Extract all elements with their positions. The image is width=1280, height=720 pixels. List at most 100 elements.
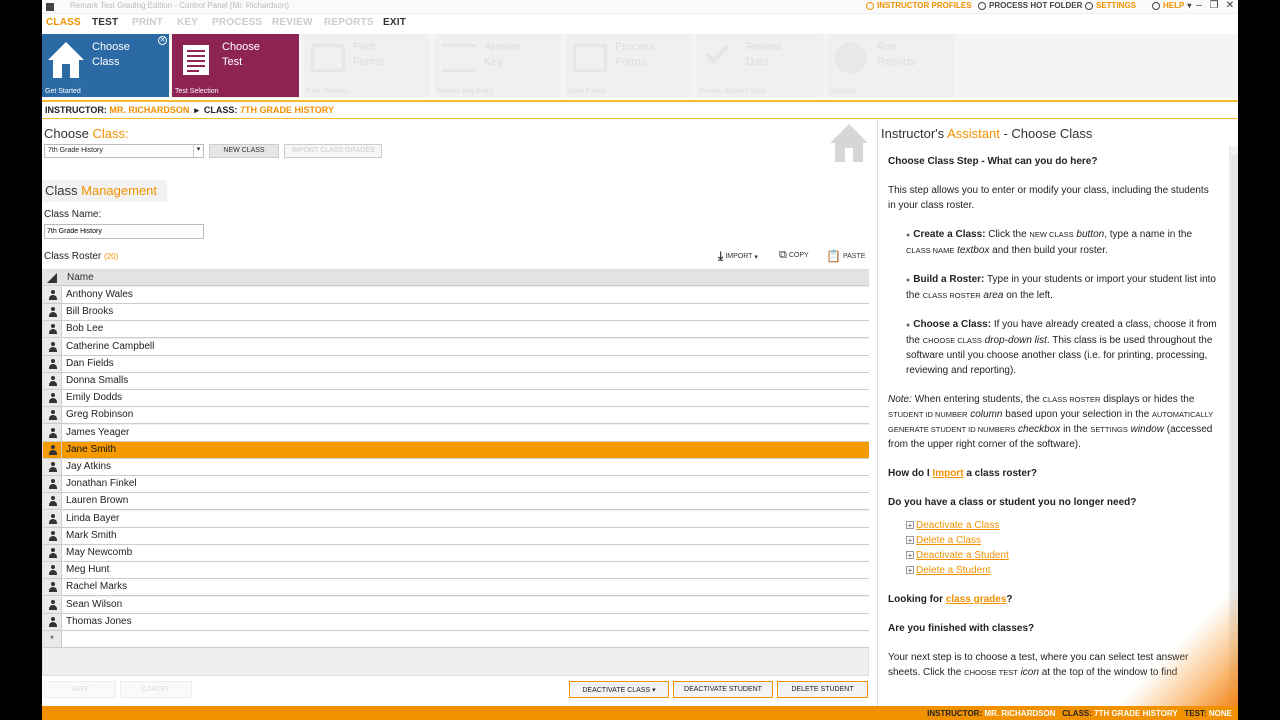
table-row[interactable]: Donna Smalls bbox=[43, 373, 869, 390]
menu-test[interactable]: TEST bbox=[92, 17, 118, 28]
table-row[interactable]: James Yeager bbox=[43, 424, 869, 442]
student-name-cell[interactable]: Jane Smith bbox=[66, 444, 116, 455]
close-icon[interactable]: ✕ bbox=[158, 36, 167, 45]
menu-reports[interactable]: REPORTS bbox=[324, 17, 374, 28]
table-row[interactable]: Emily Dodds bbox=[43, 390, 869, 408]
table-row[interactable]: Jay Atkins bbox=[43, 459, 869, 476]
row-header[interactable] bbox=[43, 545, 62, 561]
table-row[interactable]: Anthony Wales bbox=[43, 287, 869, 304]
student-name-cell[interactable]: Donna Smalls bbox=[66, 375, 128, 386]
cancel-button[interactable]: CANCEL bbox=[120, 681, 192, 698]
student-name-cell[interactable]: Emily Dodds bbox=[66, 392, 122, 403]
row-header[interactable] bbox=[43, 579, 62, 596]
row-header[interactable] bbox=[43, 562, 62, 579]
table-row[interactable]: Mark Smith bbox=[43, 527, 869, 545]
deactivate-student-button[interactable]: DEACTIVATE STUDENT bbox=[673, 681, 773, 698]
student-name-cell[interactable]: Bob Lee bbox=[66, 323, 103, 334]
process-forms-tile[interactable]: Process Forms Scan Forms bbox=[565, 34, 692, 97]
row-header[interactable] bbox=[43, 476, 62, 493]
deactivate-student-link[interactable]: + Deactivate a Student bbox=[906, 548, 1218, 563]
process-hot-folder-link[interactable]: PROCESS HOT FOLDER bbox=[978, 1, 1082, 10]
row-header[interactable] bbox=[43, 596, 62, 613]
menu-print[interactable]: PRINT bbox=[132, 17, 163, 28]
close-window-button[interactable]: ✕ bbox=[1224, 1, 1236, 11]
row-header[interactable] bbox=[43, 338, 62, 355]
import-roster-button[interactable]: ⤓ IMPORT ▾ bbox=[718, 249, 758, 264]
student-name-cell[interactable]: Mark Smith bbox=[66, 530, 117, 541]
student-name-cell[interactable]: Jay Atkins bbox=[66, 461, 111, 472]
review-data-tile[interactable]: Review Data Review Student Data bbox=[696, 34, 823, 97]
student-name-cell[interactable]: James Yeager bbox=[66, 427, 129, 438]
student-name-cell[interactable]: Bill Brooks bbox=[66, 306, 113, 317]
import-class-grades-button[interactable]: IMPORT CLASS GRADES bbox=[284, 144, 382, 158]
table-row[interactable]: Meg Hunt bbox=[43, 562, 869, 580]
table-row[interactable]: Linda Bayer bbox=[43, 510, 869, 528]
menu-process[interactable]: PROCESS bbox=[212, 17, 262, 28]
row-header[interactable] bbox=[43, 510, 62, 527]
class-name-field[interactable] bbox=[44, 224, 204, 239]
answer-key-tile[interactable]: Answer Key Answer Key Entry bbox=[434, 34, 561, 97]
menu-class[interactable]: CLASS bbox=[46, 17, 81, 28]
student-name-cell[interactable]: Sean Wilson bbox=[66, 599, 122, 610]
restore-button[interactable]: ❐ bbox=[1208, 1, 1220, 11]
row-header[interactable] bbox=[43, 321, 62, 338]
new-row[interactable]: * bbox=[43, 631, 869, 648]
student-name-cell[interactable]: Anthony Wales bbox=[66, 289, 133, 300]
table-row[interactable]: Bob Lee bbox=[43, 321, 869, 339]
menu-exit[interactable]: EXIT bbox=[383, 17, 406, 28]
student-name-cell[interactable]: Jonathan Finkel bbox=[66, 478, 137, 489]
table-row[interactable]: Rachel Marks bbox=[43, 579, 869, 597]
student-name-cell[interactable]: Meg Hunt bbox=[66, 564, 109, 575]
student-name-cell[interactable]: Catherine Campbell bbox=[66, 341, 154, 352]
copy-roster-button[interactable]: ⧉ COPY bbox=[779, 249, 809, 262]
run-reports-tile[interactable]: Run Reports Analysis bbox=[827, 34, 954, 97]
row-header[interactable] bbox=[43, 390, 62, 407]
student-name-cell[interactable]: May Newcomb bbox=[66, 547, 132, 558]
scrollbar-thumb[interactable] bbox=[1231, 154, 1238, 684]
row-header[interactable] bbox=[43, 527, 62, 544]
instructor-profiles-link[interactable]: INSTRUCTOR PROFILES bbox=[866, 1, 972, 10]
choose-class-tile[interactable]: Choose Class ✕ Get Started bbox=[42, 34, 169, 97]
save-button[interactable]: SAVE bbox=[44, 681, 116, 698]
table-row[interactable]: Thomas Jones bbox=[43, 613, 869, 631]
menu-review[interactable]: REVIEW bbox=[272, 17, 313, 28]
delete-student-button[interactable]: DELETE STUDENT bbox=[777, 681, 868, 698]
student-name-cell[interactable]: Lauren Brown bbox=[66, 495, 128, 506]
row-header[interactable] bbox=[43, 373, 62, 389]
menu-key[interactable]: KEY bbox=[177, 17, 198, 28]
table-row[interactable]: Dan Fields bbox=[43, 355, 869, 373]
row-header[interactable] bbox=[43, 493, 62, 510]
student-name-cell[interactable]: Thomas Jones bbox=[66, 616, 132, 627]
minimize-button[interactable]: – bbox=[1193, 1, 1205, 11]
table-row[interactable]: Catherine Campbell bbox=[43, 338, 869, 356]
row-header[interactable] bbox=[43, 407, 62, 424]
row-header[interactable] bbox=[43, 613, 62, 630]
row-header[interactable] bbox=[43, 424, 62, 441]
column-header-name[interactable]: Name bbox=[67, 272, 94, 283]
deactivate-class-link[interactable]: + Deactivate a Class bbox=[906, 518, 1218, 533]
student-name-cell[interactable]: Greg Robinson bbox=[66, 409, 133, 420]
student-name-cell[interactable]: Rachel Marks bbox=[66, 581, 127, 592]
row-header[interactable] bbox=[43, 304, 62, 321]
table-row[interactable]: Bill Brooks bbox=[43, 304, 869, 322]
row-header[interactable] bbox=[43, 287, 62, 303]
table-row[interactable]: Lauren Brown bbox=[43, 493, 869, 511]
table-row[interactable]: Jonathan Finkel bbox=[43, 476, 869, 494]
choose-class-dropdown[interactable]: 7th Grade History ▾ bbox=[44, 144, 204, 158]
help-link[interactable]: HELP ▾ bbox=[1152, 1, 1191, 10]
row-header[interactable] bbox=[43, 441, 62, 458]
row-header[interactable] bbox=[43, 355, 62, 372]
student-name-cell[interactable]: Dan Fields bbox=[66, 358, 114, 369]
deactivate-class-button[interactable]: DEACTIVATE CLASS ▾ bbox=[569, 681, 669, 698]
import-help-link[interactable]: Import bbox=[932, 468, 963, 479]
print-forms-tile[interactable]: Print Forms Form Printing bbox=[303, 34, 430, 97]
assistant-scrollbar[interactable] bbox=[1229, 146, 1238, 702]
new-class-button[interactable]: NEW CLASS bbox=[209, 144, 279, 158]
row-header[interactable] bbox=[43, 459, 62, 475]
table-row[interactable]: Jane Smith bbox=[43, 441, 869, 459]
settings-link[interactable]: SETTINGS bbox=[1085, 1, 1136, 10]
table-row[interactable]: May Newcomb bbox=[43, 545, 869, 562]
delete-class-link[interactable]: + Delete a Class bbox=[906, 533, 1218, 548]
student-name-cell[interactable]: Linda Bayer bbox=[66, 513, 119, 524]
choose-test-tile[interactable]: Choose Test Test Selection bbox=[172, 34, 299, 97]
